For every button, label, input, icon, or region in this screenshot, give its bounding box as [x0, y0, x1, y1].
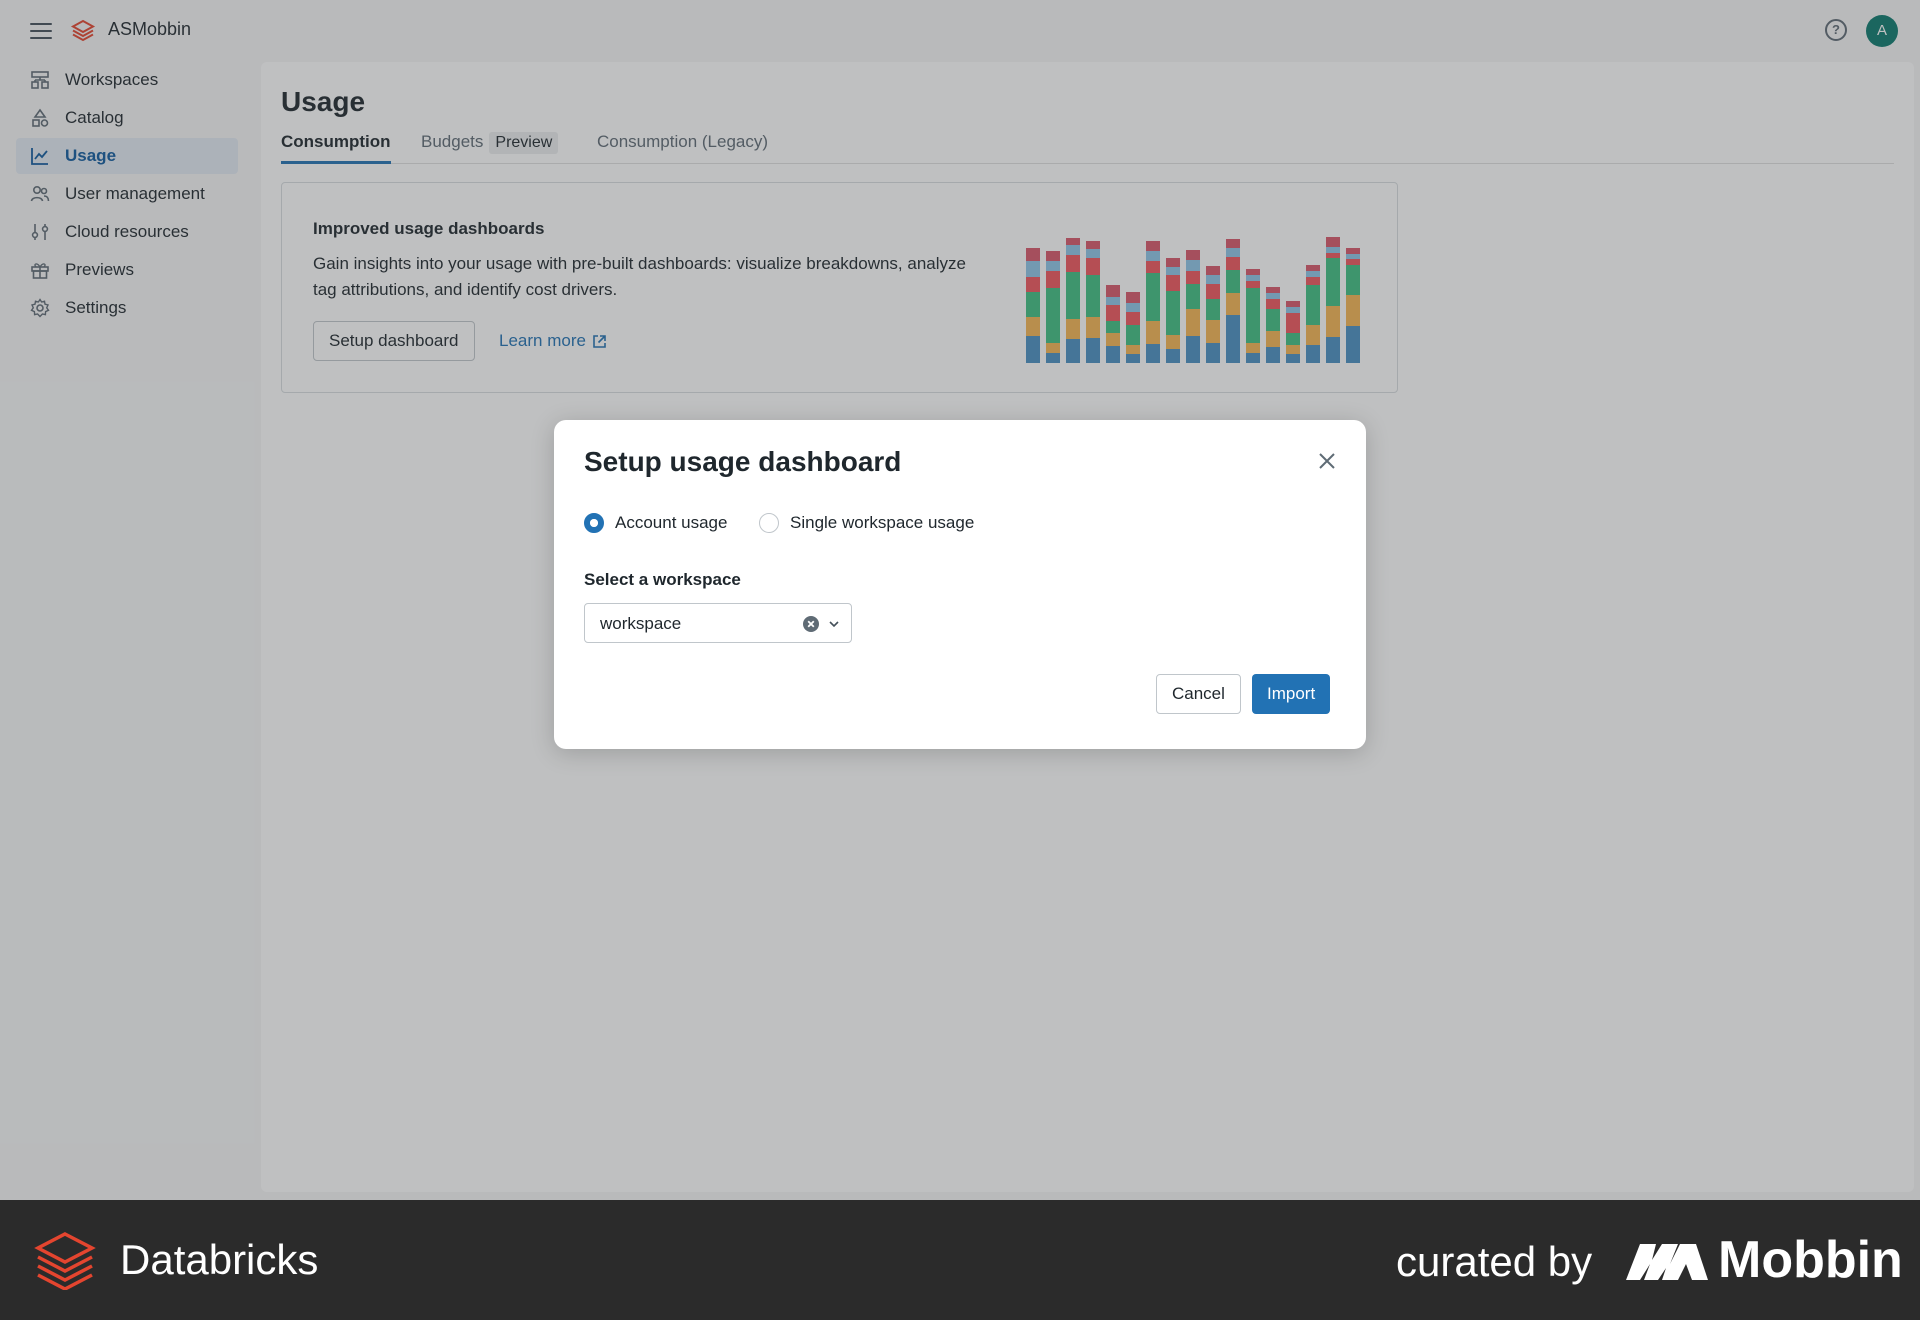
close-icon[interactable]	[1314, 448, 1340, 474]
radio-single-workspace-usage[interactable]: Single workspace usage	[759, 513, 974, 533]
radio-unchecked-indicator	[759, 513, 779, 533]
setup-usage-dashboard-dialog: Setup usage dashboard Account usage Sing…	[554, 420, 1366, 749]
workspace-select[interactable]: workspace	[584, 603, 852, 643]
workspace-select-value: workspace	[600, 614, 682, 633]
workspace-field-label: Select a workspace	[584, 570, 741, 589]
import-button[interactable]: Import	[1252, 674, 1331, 714]
radio-checked-indicator	[584, 513, 604, 533]
footer-brand: Databricks	[120, 1236, 319, 1283]
clear-icon[interactable]	[803, 616, 819, 632]
radio-label: Single workspace usage	[790, 513, 975, 532]
radio-account-usage[interactable]: Account usage	[584, 513, 727, 533]
chevron-down-icon[interactable]	[826, 616, 842, 632]
databricks-logo-icon	[34, 1232, 96, 1290]
mobbin-logo-icon	[1626, 1244, 1708, 1280]
footer-banner: Databricks curated by Mobbin	[0, 1200, 1920, 1320]
cancel-button[interactable]: Cancel	[1156, 674, 1241, 714]
curated-by-text: curated by	[1396, 1238, 1593, 1285]
dialog-title: Setup usage dashboard	[584, 446, 902, 477]
mobbin-wordmark: Mobbin	[1718, 1231, 1903, 1289]
radio-label: Account usage	[615, 513, 728, 532]
